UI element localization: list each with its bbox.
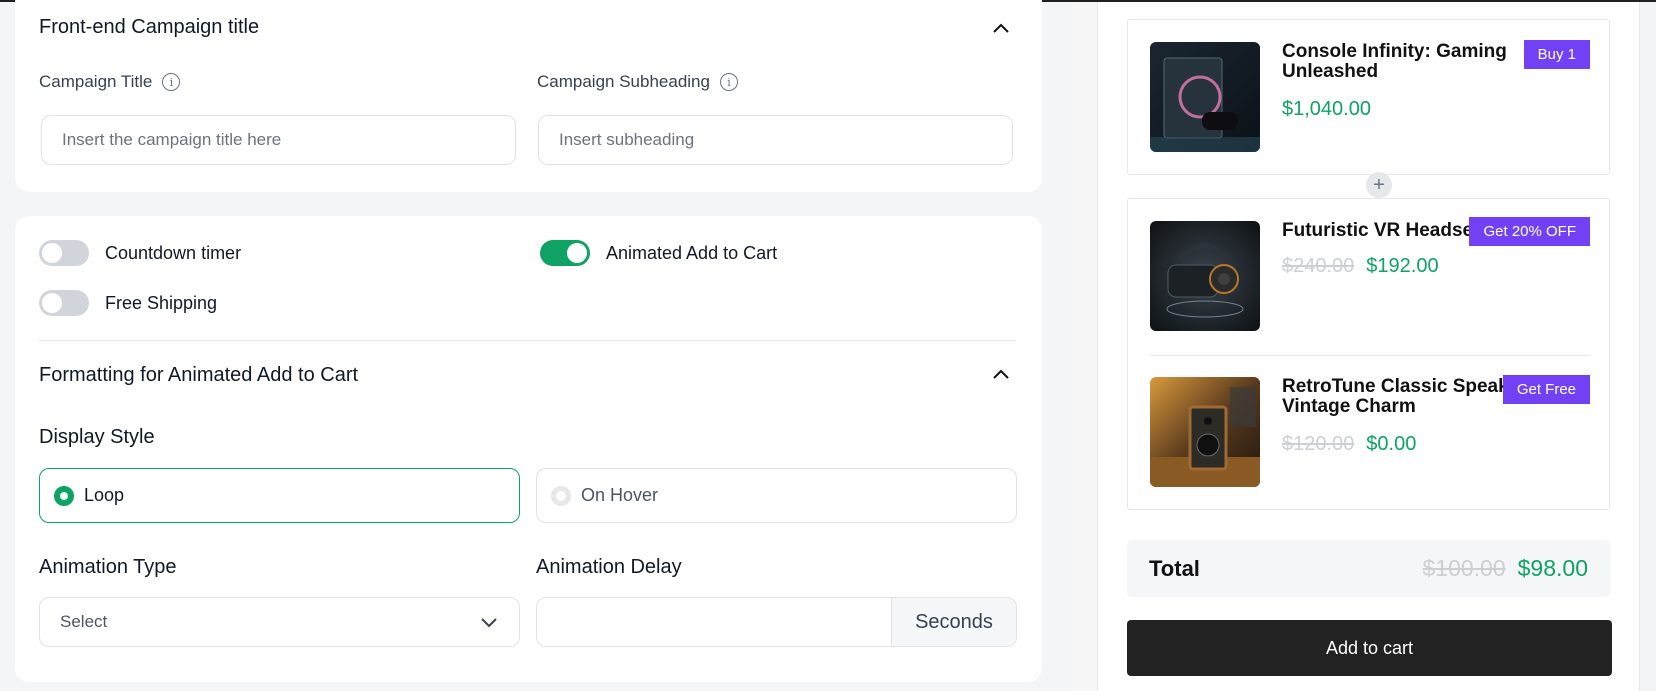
cart-preview-panel: Console Infinity: Gaming Unleashed Buy 1… — [1098, 2, 1640, 691]
display-style-option-on-hover[interactable]: On Hover — [536, 468, 1017, 523]
option-label: Loop — [84, 485, 125, 505]
offer-badge: Get 20% OFF — [1469, 217, 1590, 246]
product-card: Console Infinity: Gaming Unleashed Buy 1… — [1127, 19, 1610, 175]
campaign-title-label-text: Campaign Title — [39, 72, 153, 91]
animated-add-to-cart-toggle[interactable] — [540, 240, 590, 266]
collapse-chevron-up-icon[interactable] — [990, 18, 1012, 40]
campaign-title-placeholder: Insert the campaign title here — [62, 130, 282, 149]
product-price: $192.00 — [1366, 255, 1439, 277]
panel-divider[interactable] — [1072, 2, 1098, 691]
collapse-chevron-up-icon[interactable] — [990, 364, 1012, 386]
animation-delay-label: Animation Delay — [536, 556, 682, 578]
settings-panel: Front-end Campaign title Campaign Title … — [0, 0, 1072, 691]
section-divider — [39, 340, 1016, 341]
product-card: Futuristic VR Headset Get 20% OFF $240.0… — [1127, 198, 1610, 510]
total-original-price: $100.00 — [1422, 555, 1506, 581]
campaign-title-label: Campaign Title i — [39, 72, 181, 92]
vr-headset-product-image — [1150, 221, 1260, 331]
seconds-unit-addon: Seconds — [891, 598, 1016, 646]
campaign-title-card: Front-end Campaign title Campaign Title … — [15, 0, 1042, 192]
add-to-cart-button[interactable]: Add to cart — [1127, 620, 1612, 676]
animation-delay-input[interactable] — [537, 598, 891, 646]
product-prices: $120.00 $0.00 — [1282, 433, 1416, 456]
campaign-subheading-placeholder: Insert subheading — [559, 130, 695, 149]
campaign-subheading-input[interactable]: Insert subheading — [538, 115, 1013, 165]
animated-add-to-cart-label: Animated Add to Cart — [606, 242, 778, 263]
campaign-subheading-label: Campaign Subheading i — [537, 72, 738, 92]
free-shipping-toggle[interactable] — [39, 290, 89, 316]
campaign-section-title: Front-end Campaign title — [39, 16, 260, 38]
countdown-timer-toggle-row: Countdown timer — [39, 240, 241, 266]
product-item: Futuristic VR Headset Get 20% OFF $240.0… — [1150, 217, 1590, 331]
total-price: $98.00 — [1517, 555, 1588, 581]
radio-unselected-icon — [551, 485, 571, 506]
console-product-image — [1150, 42, 1260, 152]
countdown-timer-toggle[interactable] — [39, 240, 89, 266]
product-price: $0.00 — [1366, 433, 1417, 455]
product-prices: $1,040.00 — [1282, 98, 1371, 121]
display-style-label: Display Style — [39, 426, 155, 448]
animation-delay-input-group: Seconds — [536, 597, 1017, 647]
option-label: On Hover — [581, 485, 659, 505]
product-item: Console Infinity: Gaming Unleashed Buy 1… — [1150, 40, 1590, 152]
animation-type-label: Animation Type — [39, 556, 177, 578]
product-divider — [1150, 355, 1590, 356]
radio-selected-icon — [54, 485, 74, 506]
info-icon[interactable]: i — [162, 73, 181, 91]
total-prices: $100.00 $98.00 — [1423, 555, 1589, 582]
select-value: Select — [60, 612, 108, 631]
cart-total: Total $100.00 $98.00 — [1127, 540, 1610, 597]
product-prices: $240.00 $192.00 — [1282, 255, 1439, 278]
product-item: RetroTune Classic Speaker: Vintage Charm… — [1150, 375, 1590, 487]
campaign-title-input[interactable]: Insert the campaign title here — [41, 115, 516, 165]
animation-type-select[interactable]: Select — [39, 597, 520, 647]
offer-badge: Buy 1 — [1523, 40, 1590, 69]
free-shipping-toggle-row: Free Shipping — [39, 290, 217, 316]
product-original-price: $240.00 — [1282, 255, 1355, 277]
total-label: Total — [1149, 555, 1200, 581]
add-product-plus-icon[interactable]: + — [1366, 172, 1392, 198]
display-style-option-loop[interactable]: Loop — [39, 468, 520, 523]
speaker-product-image — [1150, 377, 1260, 487]
offer-badge: Get Free — [1502, 375, 1590, 404]
features-card: Countdown timer Free Shipping Animated A… — [15, 216, 1042, 682]
countdown-timer-label: Countdown timer — [105, 242, 242, 263]
chevron-down-icon — [481, 618, 497, 628]
product-original-price: $120.00 — [1282, 433, 1355, 455]
formatting-section-title: Formatting for Animated Add to Cart — [39, 364, 359, 386]
free-shipping-label: Free Shipping — [105, 292, 218, 313]
campaign-subheading-label-text: Campaign Subheading — [537, 72, 710, 91]
info-icon[interactable]: i — [719, 73, 738, 91]
animated-add-to-cart-toggle-row: Animated Add to Cart — [540, 240, 777, 266]
product-price: $1,040.00 — [1282, 98, 1371, 120]
